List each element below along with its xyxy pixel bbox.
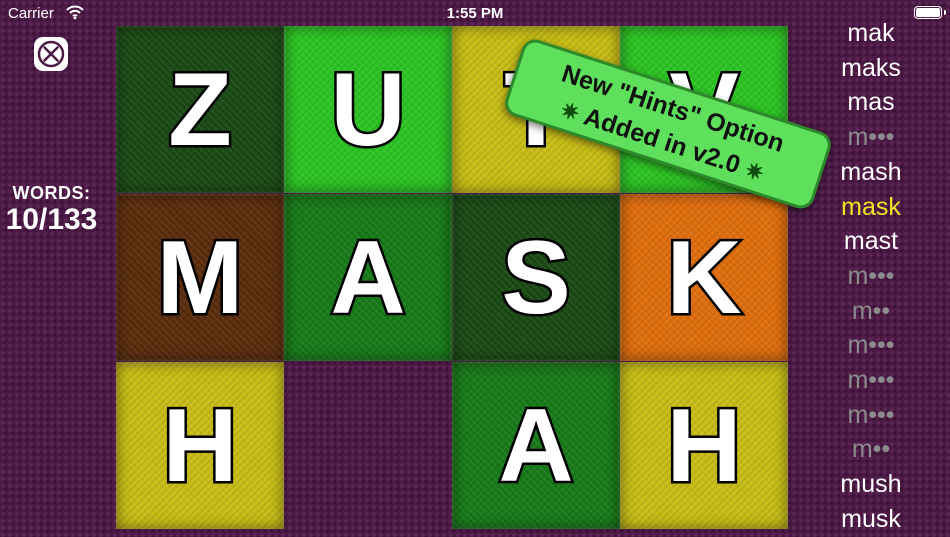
tile-letter: S	[499, 219, 573, 336]
word-list-item: mas	[847, 88, 895, 117]
word-list-item: maks	[841, 53, 901, 82]
word-list-item: m•••	[847, 261, 895, 290]
tile-letter: U	[328, 51, 408, 168]
words-label: WORDS:	[12, 183, 91, 203]
word-list: mak maks mas m••• mash mask mast m••• m•• m••• m••…	[810, 16, 932, 537]
tile-letter: M	[154, 219, 246, 336]
word-list-item: m•••	[847, 366, 895, 395]
letter-tile[interactable]: H	[620, 362, 788, 529]
letter-tile[interactable]: K	[620, 194, 788, 361]
letter-tile[interactable]: H	[116, 362, 284, 529]
tile-letter: H	[160, 387, 240, 504]
word-list-item: m••	[851, 435, 891, 464]
letter-tile[interactable]: A	[452, 362, 620, 529]
word-list-item: musk	[841, 504, 901, 533]
letter-tile[interactable]: S	[452, 194, 620, 361]
word-list-item: mash	[840, 157, 902, 186]
word-list-item: m•••	[847, 123, 895, 152]
tile-letter: Z	[166, 51, 234, 168]
tile-letter: A	[328, 219, 408, 336]
word-list-item: m••	[851, 296, 891, 325]
tile-letter: K	[664, 219, 744, 336]
star-icon: ✷	[557, 96, 583, 127]
tile-letter: A	[496, 387, 576, 504]
word-list-item: m•••	[847, 331, 895, 360]
word-list-item: mast	[843, 227, 899, 256]
letter-tile[interactable]: U	[284, 26, 452, 193]
star-icon: ✷	[741, 156, 768, 187]
close-button[interactable]	[34, 37, 68, 71]
words-count: 10/133	[5, 203, 98, 236]
word-list-item: mask	[841, 192, 901, 221]
status-bar: Carrier 1:55 PM	[0, 0, 950, 28]
tile-letter: H	[664, 387, 744, 504]
letter-tile[interactable]: Z	[116, 26, 284, 193]
word-list-item: mush	[840, 470, 902, 499]
letter-tile[interactable]: A	[284, 194, 452, 361]
words-score: WORDS: 10/133	[0, 183, 103, 236]
word-list-item: mak	[847, 19, 895, 47]
close-x-icon	[37, 40, 65, 68]
status-time: 1:55 PM	[446, 5, 504, 22]
word-list-item: m•••	[847, 400, 895, 429]
letter-tile[interactable]: M	[116, 194, 284, 361]
